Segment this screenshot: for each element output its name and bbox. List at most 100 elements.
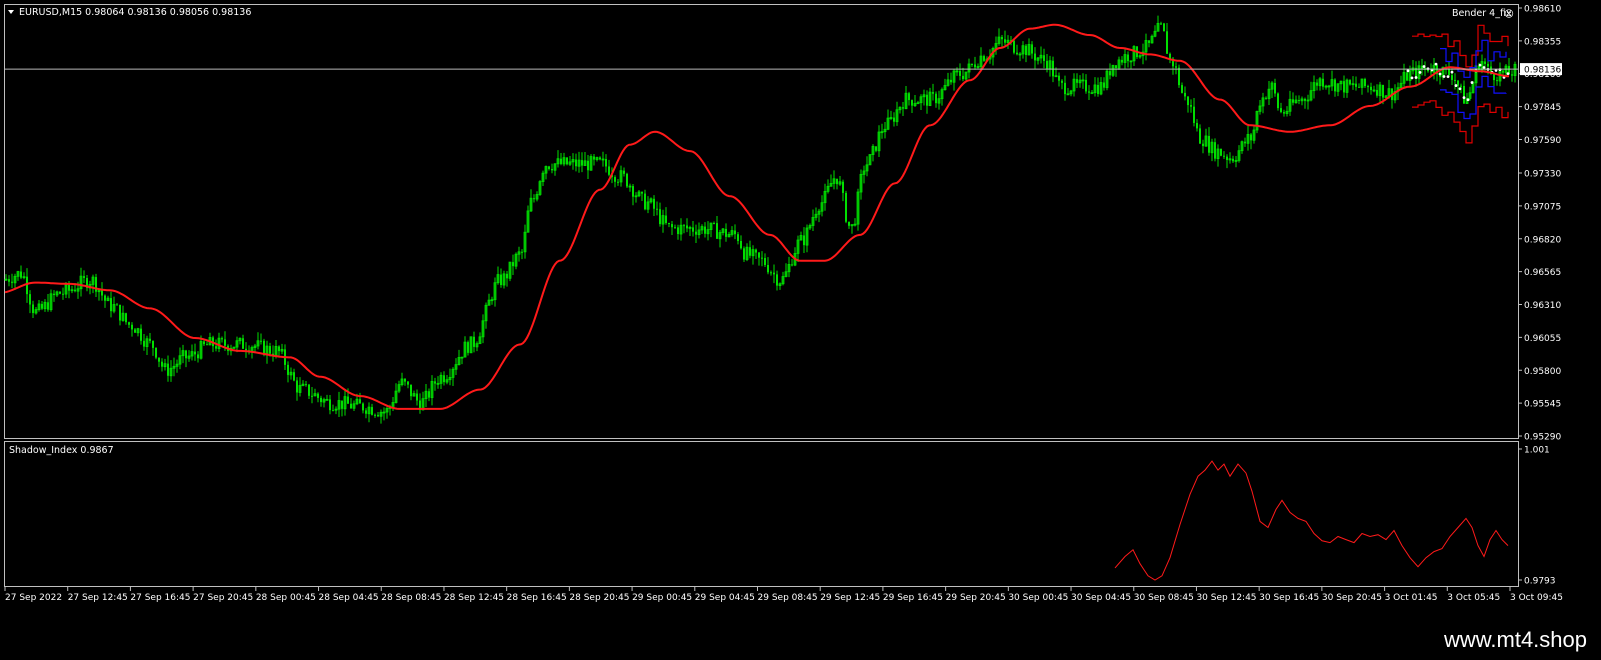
candle-body — [1487, 63, 1489, 67]
candle-body — [197, 354, 199, 359]
candle-body — [983, 56, 985, 61]
candle-body — [1034, 53, 1036, 61]
y-tick-label: 0.97075 — [1524, 202, 1561, 212]
candle-body — [362, 403, 364, 411]
candle-body — [848, 221, 850, 226]
x-tick-label: 3 Oct 05:45 — [1447, 593, 1500, 603]
candle-body — [62, 293, 64, 295]
signal-dot — [1446, 75, 1450, 79]
candle-body — [359, 399, 361, 404]
candle-body — [1163, 23, 1165, 32]
candle-body — [1376, 89, 1378, 96]
candle-body — [623, 170, 625, 174]
x-tick-label: 30 Sep 00:45 — [1008, 593, 1068, 603]
candle-body — [1184, 92, 1186, 97]
candle-body — [836, 178, 838, 185]
candle-body — [767, 265, 769, 273]
candle-body — [260, 340, 262, 342]
candle-body — [1322, 78, 1324, 87]
x-tick-label: 29 Sep 20:45 — [946, 593, 1006, 603]
x-tick-label: 30 Sep 12:45 — [1196, 593, 1256, 603]
candle-body — [350, 403, 352, 409]
y-tick-label: 0.96055 — [1524, 334, 1561, 344]
signal-dot — [1462, 96, 1466, 100]
candle-body — [971, 63, 973, 65]
candle-body — [116, 304, 118, 306]
candle-body — [1457, 80, 1459, 86]
candle-body — [749, 247, 751, 256]
candle-body — [1199, 128, 1201, 144]
candle-body — [131, 324, 133, 330]
y-tick-label: 0.96565 — [1524, 268, 1561, 278]
candle-body — [1088, 91, 1090, 93]
sub-y-tick-label: 1.001 — [1524, 446, 1550, 456]
candle-body — [1406, 72, 1408, 81]
candle-body — [1025, 45, 1027, 55]
candle-body — [1061, 80, 1063, 83]
svg-text:0.98136: 0.98136 — [1524, 66, 1561, 76]
candle-body — [1493, 74, 1495, 81]
candle-body — [119, 304, 121, 321]
y-tick-label: 0.95545 — [1524, 400, 1561, 410]
x-tick-label: 30 Sep 04:45 — [1071, 593, 1131, 603]
candle-body — [1502, 70, 1504, 73]
signal-dot — [1418, 71, 1422, 74]
chart-canvas[interactable]: 0.986100.983550.981000.978450.975900.973… — [0, 0, 1601, 626]
candle-body — [770, 272, 772, 274]
candle-body — [935, 93, 937, 104]
x-tick-label: 27 Sep 20:45 — [193, 593, 253, 603]
candle-body — [644, 193, 646, 210]
x-tick-label: 29 Sep 12:45 — [820, 593, 880, 603]
signal-dot — [1506, 72, 1510, 76]
candle-body — [1265, 97, 1267, 99]
candle-body — [1103, 82, 1105, 88]
candle-body — [341, 400, 343, 409]
candle-body — [158, 357, 160, 362]
signal-dot — [1442, 75, 1446, 78]
candle-body — [467, 342, 469, 353]
candle-body — [152, 340, 154, 348]
candle-body — [740, 241, 742, 249]
candle-body — [407, 381, 409, 385]
candle-body — [347, 396, 349, 404]
candle-body — [902, 107, 904, 109]
candle-body — [1226, 156, 1228, 160]
candle-body — [791, 264, 793, 266]
candle-body — [614, 177, 616, 182]
candle-body — [704, 226, 706, 234]
candle-body — [74, 289, 76, 292]
candle-body — [308, 384, 310, 396]
indicator-label: Bender 4_fix — [1452, 8, 1512, 19]
candle-body — [371, 407, 373, 415]
candle-body — [716, 223, 718, 239]
candle-body — [908, 93, 910, 101]
candle-body — [950, 79, 952, 83]
candle-body — [962, 75, 964, 80]
candle-body — [548, 166, 550, 169]
candle-body — [434, 381, 436, 384]
candle-body — [1178, 67, 1180, 86]
y-tick-label: 0.96310 — [1524, 301, 1561, 311]
candle-body — [1193, 106, 1195, 123]
x-tick-label: 28 Sep 12:45 — [444, 593, 504, 603]
candle-body — [1052, 60, 1054, 77]
candle-body — [911, 100, 913, 106]
x-tick-label: 30 Sep 08:45 — [1134, 593, 1194, 603]
candle-body — [1370, 86, 1372, 91]
candle-body — [713, 223, 715, 225]
candle-body — [8, 279, 10, 282]
candle-body — [1196, 122, 1198, 129]
candle-body — [1031, 44, 1033, 54]
candle-body — [512, 262, 514, 267]
signal-dot — [1414, 76, 1418, 79]
candle-body — [725, 228, 727, 237]
candle-body — [296, 380, 298, 393]
candle-body — [320, 397, 322, 403]
candle-body — [161, 361, 163, 367]
signal-dot — [1410, 76, 1414, 80]
candle-body — [587, 160, 589, 171]
candle-body — [566, 157, 568, 165]
candle-body — [101, 289, 103, 296]
candle-body — [404, 378, 406, 382]
y-tick-label: 0.97590 — [1524, 136, 1561, 146]
